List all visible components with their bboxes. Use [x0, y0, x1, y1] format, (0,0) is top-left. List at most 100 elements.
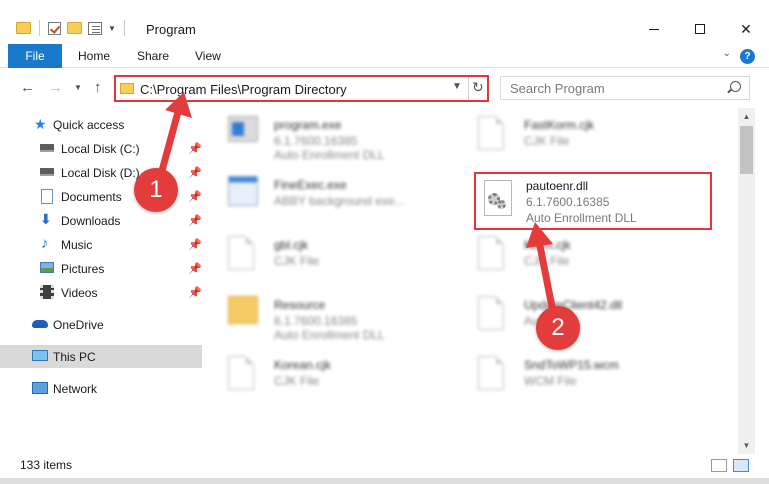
pin-icon[interactable]: 📌 — [188, 214, 202, 227]
pin-icon[interactable]: 📌 — [188, 262, 202, 275]
divider — [468, 77, 469, 100]
tab-share[interactable]: Share — [137, 49, 169, 63]
gear-document-icon — [484, 180, 512, 216]
list-item[interactable]: SndToWP15.wcm WCM File — [452, 350, 682, 402]
pin-icon[interactable]: 📌 — [188, 238, 202, 251]
sidebar-item-label: Downloads — [61, 213, 121, 228]
star-icon: ★ — [34, 116, 47, 132]
toolbar-divider — [39, 20, 40, 36]
list-item[interactable]: gbl.cjk CJK File — [202, 230, 432, 282]
pin-icon[interactable]: 📌 — [188, 166, 202, 179]
chevron-down-icon[interactable]: ▼ — [108, 24, 116, 33]
scroll-down-icon[interactable]: ▼ — [738, 437, 755, 454]
vertical-scrollbar[interactable]: ▲ ▼ — [738, 108, 755, 454]
sidebar-item-this-pc[interactable]: This PC — [0, 345, 202, 368]
sidebar-item-downloads[interactable]: ⬇ Downloads 📌 — [0, 209, 202, 232]
list-item[interactable]: Korean.cjk CJK File — [202, 350, 432, 402]
gear-icon — [497, 200, 506, 209]
sidebar-item-videos[interactable]: Videos 📌 — [0, 281, 202, 304]
sidebar-item-label: Music — [61, 237, 93, 252]
list-item-selected[interactable]: pautoenr.dll 6.1.7600.16385 Auto Enrollm… — [474, 172, 712, 230]
file-type: CJK File — [274, 374, 320, 388]
pin-icon[interactable]: 📌 — [188, 190, 202, 203]
pictures-icon — [40, 262, 54, 273]
sidebar-item-label: Network — [53, 381, 98, 396]
title-bar: ▼ Program ✕ — [0, 0, 769, 44]
details-view-icon[interactable] — [711, 459, 727, 472]
search-input[interactable]: Search Program — [500, 76, 750, 100]
exe-icon — [228, 116, 260, 156]
file-description: Auto Enrollment DLL — [274, 328, 385, 342]
folder-icon — [16, 22, 31, 34]
scrollbar-thumb[interactable] — [740, 126, 753, 174]
file-name: Resource — [274, 298, 326, 312]
documents-icon — [41, 189, 53, 204]
file-name: FastKorm.cjk — [524, 118, 595, 132]
file-version: 6.1.7600.16385 — [274, 134, 358, 148]
properties-check-icon[interactable] — [48, 21, 61, 35]
address-path[interactable]: C:\Program Files\Program Directory — [140, 82, 347, 97]
minimize-button[interactable] — [631, 14, 677, 44]
drive-icon — [40, 144, 54, 152]
file-description: Auto Enrollment DLL — [274, 148, 385, 162]
tab-view[interactable]: View — [195, 49, 221, 63]
file-version: 6.1.7600.16385 — [274, 314, 358, 328]
document-icon — [478, 236, 510, 276]
document-icon — [228, 356, 260, 396]
search-placeholder: Search Program — [510, 81, 605, 96]
file-name: Korm.cjk — [524, 238, 571, 252]
sidebar-item-music[interactable]: ♪ Music 📌 — [0, 233, 202, 256]
sidebar-item-local-disk-c[interactable]: Local Disk (C:) 📌 — [0, 137, 202, 160]
tab-home[interactable]: Home — [78, 49, 110, 63]
close-button[interactable]: ✕ — [723, 14, 769, 44]
computer-icon — [32, 350, 48, 361]
list-item[interactable]: Korm.cjk CJK File — [452, 230, 682, 282]
pin-icon[interactable]: 📌 — [188, 142, 202, 155]
maximize-button[interactable] — [677, 14, 723, 44]
file-version: 6.1.7600.16385 — [526, 195, 610, 209]
sidebar-item-quick-access[interactable]: ★ Quick access — [0, 113, 202, 136]
status-bar: 133 items — [0, 454, 769, 478]
list-item[interactable]: Resource 6.1.7600.16385 Auto Enrollment … — [202, 290, 432, 342]
list-item[interactable]: FastKorm.cjk CJK File — [452, 110, 682, 162]
minimize-icon — [649, 28, 659, 30]
window-border — [0, 478, 769, 484]
sidebar-item-label: Local Disk (D:) — [61, 165, 140, 180]
help-icon[interactable]: ? — [740, 49, 755, 64]
search-icon[interactable] — [730, 81, 741, 92]
cloud-icon — [32, 320, 48, 328]
pin-icon[interactable]: 📌 — [188, 286, 202, 299]
sidebar-item-onedrive[interactable]: OneDrive — [0, 313, 202, 336]
recent-locations-icon[interactable]: ▼ — [74, 83, 82, 92]
file-type: CJK File — [524, 254, 570, 268]
window-controls: ✕ — [631, 14, 769, 44]
expand-ribbon-icon[interactable]: ⌄ — [723, 48, 731, 59]
gear-document-icon — [478, 296, 510, 336]
network-icon — [32, 382, 48, 394]
sidebar-item-network[interactable]: Network — [0, 377, 202, 400]
quick-access-toolbar: ▼ — [16, 20, 127, 36]
file-name: SndToWP15.wcm — [524, 358, 619, 372]
sidebar-item-label: This PC — [53, 349, 96, 364]
forward-arrow-icon[interactable]: → — [48, 79, 63, 96]
customize-toolbar-icon[interactable] — [88, 21, 102, 35]
chevron-down-icon[interactable]: ▼ — [452, 81, 462, 92]
large-icons-view-icon[interactable] — [733, 459, 749, 472]
file-name: pautoenr.dll — [526, 179, 589, 193]
refresh-icon[interactable]: ↻ — [472, 79, 484, 96]
tab-file[interactable]: File — [8, 44, 62, 68]
scroll-up-icon[interactable]: ▲ — [738, 108, 755, 125]
document-icon — [478, 116, 510, 156]
step-2-badge: 2 — [536, 306, 580, 350]
sidebar-item-label: Local Disk (C:) — [61, 141, 140, 156]
list-item[interactable]: program.exe 6.1.7600.16385 Auto Enrollme… — [202, 110, 432, 162]
download-icon: ⬇ — [40, 211, 52, 227]
up-arrow-icon[interactable]: ↑ — [94, 79, 102, 96]
sidebar-item-pictures[interactable]: Pictures 📌 — [0, 257, 202, 280]
new-folder-icon[interactable] — [67, 22, 82, 34]
list-item[interactable]: FineExec.exe ABBY background exe... — [202, 170, 432, 222]
item-count: 133 items — [20, 458, 73, 472]
file-name: Korean.cjk — [274, 358, 331, 372]
address-bar[interactable]: C:\Program Files\Program Directory ▼ ↻ — [114, 75, 489, 102]
back-arrow-icon[interactable]: ← — [20, 79, 35, 96]
